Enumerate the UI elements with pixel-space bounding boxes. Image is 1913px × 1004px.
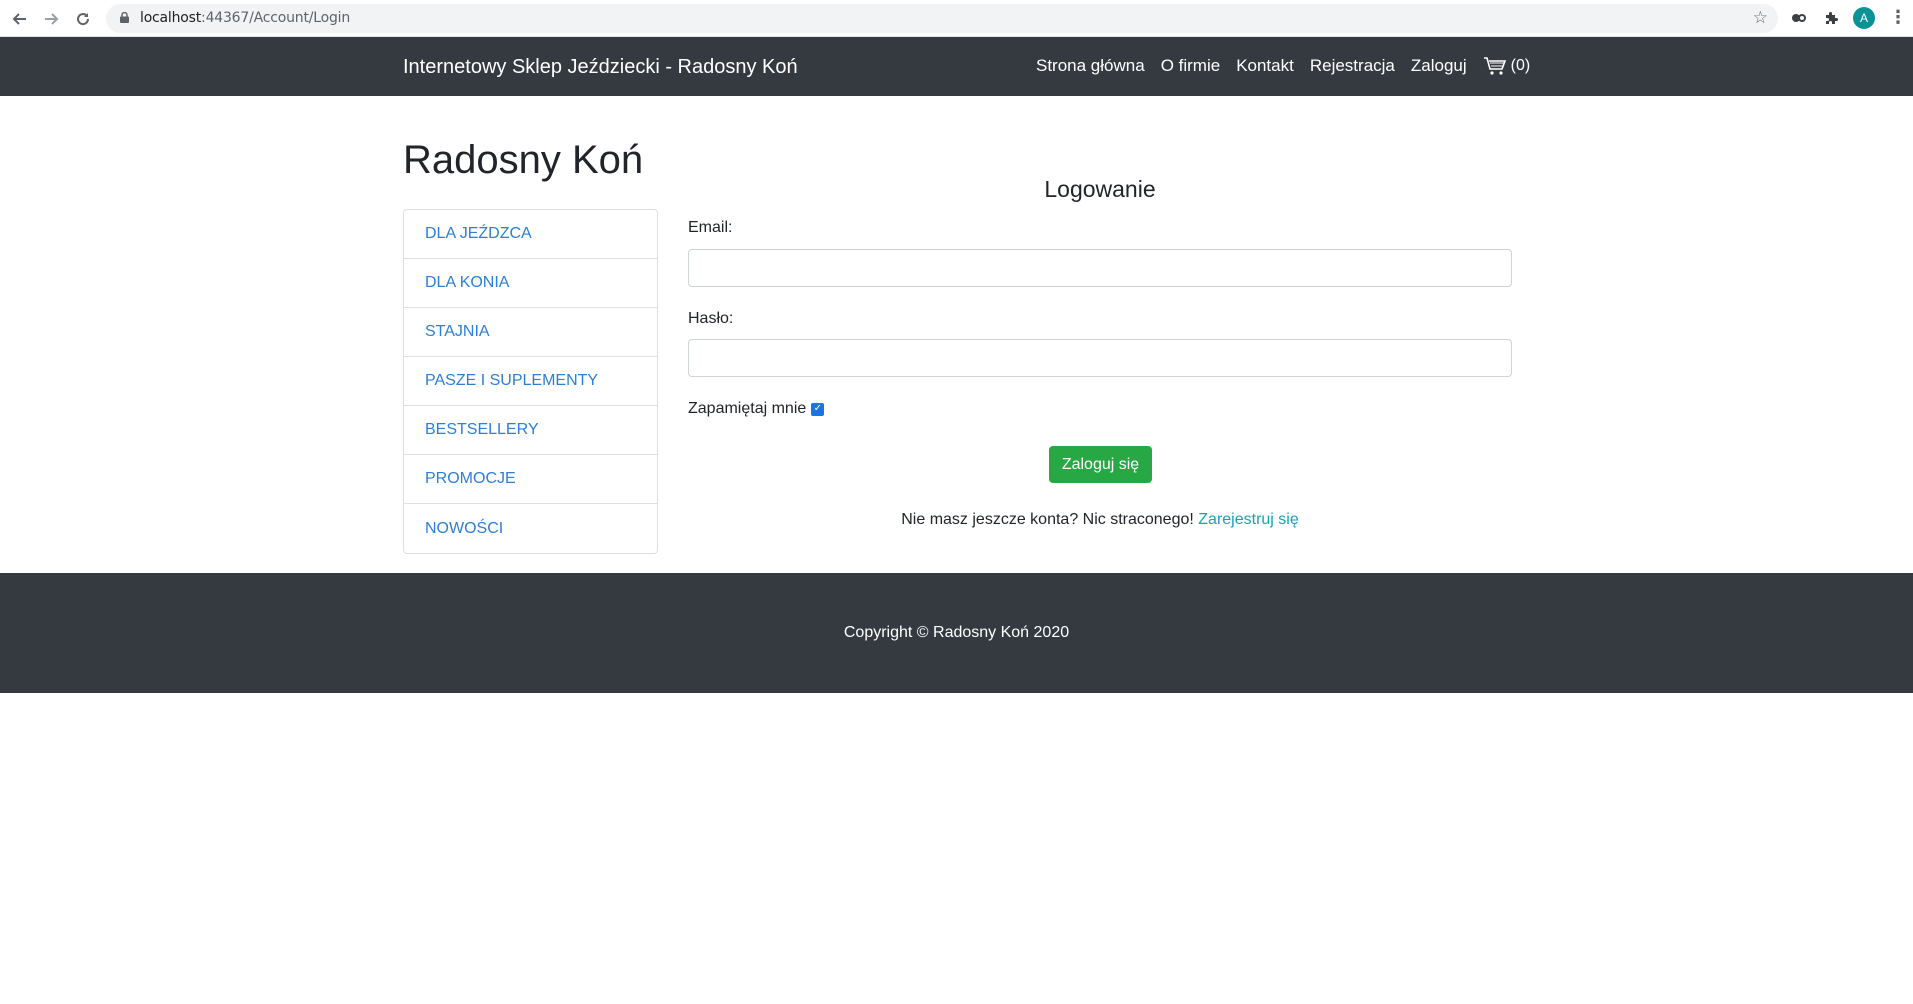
password-label: Hasło: [688,310,734,327]
sidebar-item-dla-konia[interactable]: DLA KONIA [404,259,657,308]
sidebar-item-label: DLA JEŹDZCA [425,225,532,242]
copyright-text: Copyright © Radosny Koń 2020 [843,624,1070,641]
reload-icon[interactable] [71,7,95,31]
site-brand[interactable]: Internetowy Sklep Jeździecki - Radosny K… [403,56,798,79]
sidebar-item-label: DLA KONIA [425,274,510,291]
register-prompt-text: Nie masz jeszcze konta? Nic straconego! [901,511,1199,528]
sidebar-item-label: BESTSELLERY [425,421,539,438]
remember-me: Zapamiętaj mnie ✓ [688,400,825,418]
browser-toolbar: localhost:44367/Account/Login ☆ A ⋮ [0,0,1913,37]
sidebar-item-promocje[interactable]: PROMOCJE [404,455,657,504]
login-button[interactable]: Zaloguj się [1049,446,1152,483]
cart-count: (0) [1510,57,1531,74]
sidebar-item-label: STAJNIA [425,323,490,340]
nav-link-login[interactable]: Zaloguj [1411,56,1467,76]
email-field[interactable] [688,249,1512,287]
sidebar-item-label: NOWOŚCI [425,519,504,537]
profile-avatar[interactable]: A [1853,7,1875,29]
address-bar[interactable]: localhost:44367/Account/Login ☆ [106,4,1778,33]
site-footer: Copyright © Radosny Koń 2020 [0,573,1913,693]
bookmark-star-icon[interactable]: ☆ [1753,8,1768,28]
password-field[interactable] [688,339,1512,377]
register-link[interactable]: Zarejestruj się [1198,511,1298,528]
sidebar-item-dla-jezdzca[interactable]: DLA JEŹDZCA [404,210,657,259]
sidebar-item-label: PROMOCJE [425,470,516,487]
forward-arrow-icon[interactable] [39,7,63,31]
remember-me-checkbox[interactable]: ✓ [811,402,825,416]
remember-me-label: Zapamiętaj mnie [688,400,807,417]
url-text: localhost:44367/Account/Login [140,10,351,26]
nav-links: Strona główna O firmie Kontakt Rejestrac… [1036,56,1530,76]
back-arrow-icon[interactable] [8,7,32,31]
login-heading: Logowanie [1044,176,1156,202]
more-menu-icon[interactable]: ⋮ [1889,8,1907,28]
lock-icon [120,12,129,23]
site-navbar: Internetowy Sklep Jeździecki - Radosny K… [0,37,1913,96]
category-sidebar: DLA JEŹDZCA DLA KONIA STAJNIA PASZE I SU… [403,209,658,554]
nav-link-contact[interactable]: Kontakt [1236,56,1294,76]
cart-icon [1483,57,1506,75]
sidebar-item-nowosci[interactable]: NOWOŚCI [404,504,657,553]
sidebar-item-stajnia[interactable]: STAJNIA [404,308,657,357]
sidebar-item-pasze[interactable]: PASZE I SUPLEMENTY [404,357,657,406]
cart-link[interactable]: (0) [1483,56,1531,76]
nav-link-home[interactable]: Strona główna [1036,56,1145,76]
sidebar-item-label: PASZE I SUPLEMENTY [425,372,599,389]
puzzle-icon[interactable] [1821,8,1841,28]
email-label: Email: [688,219,733,236]
nav-link-about[interactable]: O firmie [1161,56,1221,76]
register-prompt: Nie masz jeszcze konta? Nic straconego! … [688,511,1512,529]
nav-link-register[interactable]: Rejestracja [1310,56,1395,76]
sidebar-item-bestsellery[interactable]: BESTSELLERY [404,406,657,455]
extension-icon[interactable] [1789,8,1809,28]
page-title: Radosny Koń [403,138,644,182]
